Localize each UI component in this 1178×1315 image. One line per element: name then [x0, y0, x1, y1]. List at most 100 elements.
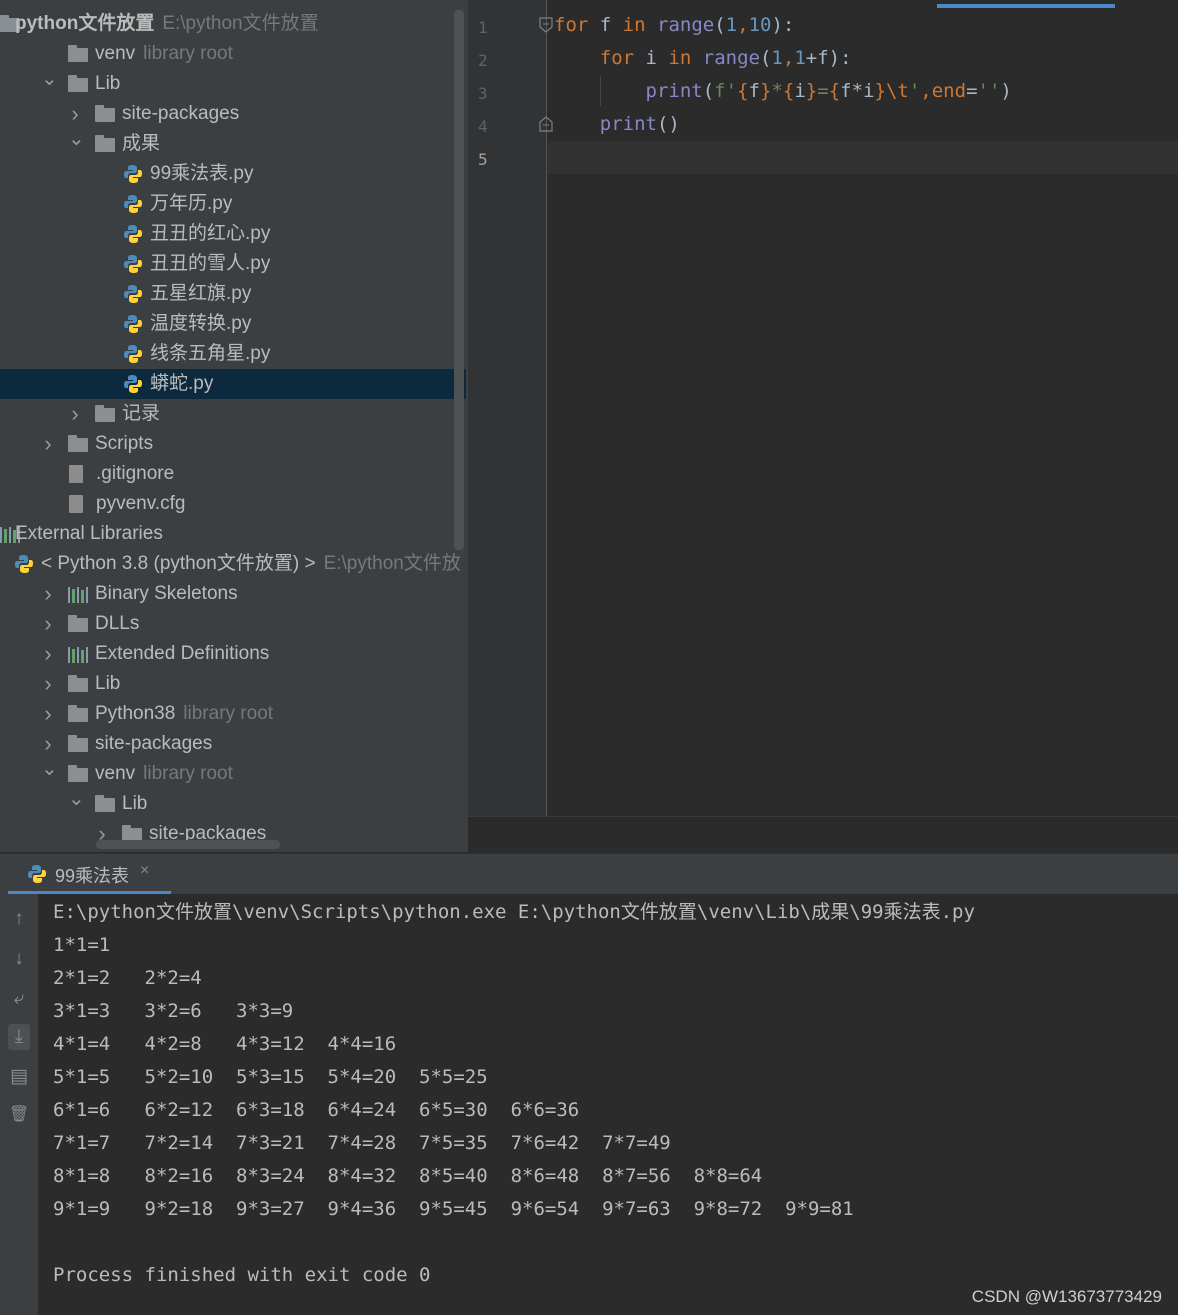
tree-row[interactable]: ⌄ 成果 [0, 129, 466, 159]
tree-row-label: 记录 [122, 403, 161, 424]
chevron-right-icon[interactable]: › [41, 639, 55, 669]
token-builtin: range [657, 14, 715, 36]
tree-row-text: 成果 [122, 129, 160, 159]
chevron-right-icon[interactable]: › [41, 609, 55, 639]
token-brace: } [805, 80, 818, 102]
tree-row-text: Scripts [95, 429, 153, 459]
trash-icon[interactable]: 🗑 [8, 1104, 30, 1126]
scroll-to-end-icon[interactable]: ⤓ [8, 1024, 30, 1050]
tree-row[interactable]: › 记录 [0, 399, 466, 429]
tree-row-label: 五星红旗.py [150, 283, 252, 304]
token-paren: () [656, 113, 680, 135]
tree-row[interactable]: 五星红旗.py [0, 279, 466, 309]
tree-row[interactable]: › Scripts [0, 429, 466, 459]
tree-row-text: venv library root [95, 39, 233, 69]
token-comma: , [782, 47, 795, 69]
tree-row-label: 万年历.py [150, 193, 233, 214]
chevron-right-icon[interactable]: › [41, 699, 55, 729]
tree-row[interactable]: 丑丑的红心.py [0, 219, 466, 249]
chevron-right-icon[interactable]: › [41, 429, 55, 459]
print-icon[interactable]: ▤ [8, 1066, 30, 1088]
run-tab-title[interactable]: 99乘法表 [55, 862, 129, 888]
token-paren: ): [771, 14, 795, 36]
python-file-icon [123, 344, 143, 363]
console-line: 3*1=3 3*2=6 3*3=9 [53, 1000, 328, 1022]
token-paren: ( [714, 14, 726, 36]
chevron-right-icon[interactable]: › [41, 669, 55, 699]
arrow-up-icon[interactable]: ↑ [8, 908, 30, 930]
tree-row[interactable]: < Python 3.8 (python文件放置) > E:\python文件放 [0, 549, 466, 579]
chevron-right-icon[interactable]: › [41, 729, 55, 759]
tree-row[interactable]: 温度转换.py [0, 309, 466, 339]
folder-icon [68, 435, 88, 452]
soft-wrap-icon[interactable]: ⤶ [8, 988, 30, 1010]
chevron-down-icon[interactable]: ⌄ [68, 789, 85, 819]
tree-row[interactable]: › site-packages [0, 729, 466, 759]
tree-row[interactable]: 丑丑的雪人.py [0, 249, 466, 279]
token-keyword: in [668, 47, 692, 69]
tree-row-text: Lib [122, 789, 147, 819]
token-var: i [634, 47, 669, 69]
chevron-right-icon[interactable]: › [41, 579, 55, 609]
close-icon[interactable]: × [140, 862, 149, 880]
token-string: * [771, 80, 783, 102]
chevron-down-icon[interactable]: ⌄ [41, 69, 58, 99]
tree-row-hint: E:\python文件放 [323, 553, 461, 574]
folder-icon [68, 705, 88, 722]
tree-row[interactable]: ⌄ venv library root [0, 759, 466, 789]
editor-tab-indicator [937, 4, 1115, 8]
tree-row[interactable]: › Lib [0, 669, 466, 699]
token-brace: } [874, 80, 886, 102]
fold-start-icon[interactable] [539, 17, 553, 33]
tree-row-label: 丑丑的雪人.py [150, 253, 271, 274]
token-var: f [748, 80, 760, 102]
line-number: 5 [478, 150, 488, 169]
tree-row[interactable]: › Python38 library root [0, 699, 466, 729]
token-rest: +f): [805, 47, 852, 69]
project-tool-window: python文件放置 E:\python文件放置 venv library root ⌄… [0, 0, 469, 852]
tree-row[interactable]: › DLLs [0, 609, 466, 639]
code-editor[interactable]: 1 2 3 4 5 for f in range(1,10): for i in… [468, 0, 1178, 853]
console-line: Process finished with exit code 0 [53, 1264, 431, 1286]
tree-row-text: Python38 library root [95, 699, 273, 729]
token-string: = [817, 80, 829, 102]
tree-row[interactable]: python文件放置 E:\python文件放置 [0, 9, 466, 39]
chevron-right-icon[interactable]: › [68, 399, 82, 429]
tree-row-label: 温度转换.py [150, 313, 252, 334]
chevron-right-icon[interactable]: › [68, 99, 82, 129]
chevron-down-icon[interactable]: ⌄ [41, 759, 58, 789]
tree-row-text: Lib [95, 669, 120, 699]
tree-row[interactable]: .gitignore [0, 459, 466, 489]
tree-row[interactable]: External Libraries [0, 519, 466, 549]
tree-row-hint: E:\python文件放置 [162, 13, 319, 34]
library-icon [68, 645, 89, 663]
tree-row[interactable]: ⌄ Lib [0, 789, 466, 819]
tree-row-text: Extended Definitions [95, 639, 269, 669]
tree-row[interactable]: 线条五角星.py [0, 339, 466, 369]
tree-row[interactable]: pyvenv.cfg [0, 489, 466, 519]
tree-row-text: 温度转换.py [150, 309, 251, 339]
console-line: E:\python文件放置\venv\Scripts\python.exe E:… [53, 901, 975, 923]
chevron-down-icon[interactable]: ⌄ [68, 129, 85, 159]
project-vertical-scrollbar[interactable] [454, 10, 464, 550]
tree-row[interactable]: 蟒蛇.py [0, 369, 466, 399]
token-paren: ( [702, 80, 715, 102]
arrow-down-icon[interactable]: ↓ [8, 948, 30, 970]
tree-row[interactable]: 万年历.py [0, 189, 466, 219]
console-line: 2*1=2 2*2=4 [53, 967, 237, 989]
tree-row[interactable]: venv library root [0, 39, 466, 69]
tree-row[interactable]: ⌄ Lib [0, 69, 466, 99]
fold-end-icon[interactable] [539, 116, 553, 132]
tree-row-label: 成果 [122, 133, 161, 154]
tree-row[interactable]: › Binary Skeletons [0, 579, 466, 609]
token-var: i [794, 80, 806, 102]
tree-row[interactable]: › Extended Definitions [0, 639, 466, 669]
tree-row[interactable]: 99乘法表.py [0, 159, 466, 189]
token-number: 1 [725, 14, 738, 36]
tree-row-text: site-packages [95, 729, 212, 759]
tree-row[interactable]: › site-packages [0, 99, 466, 129]
token-builtin: print [599, 113, 657, 135]
project-horizontal-scrollbar[interactable] [96, 840, 280, 849]
